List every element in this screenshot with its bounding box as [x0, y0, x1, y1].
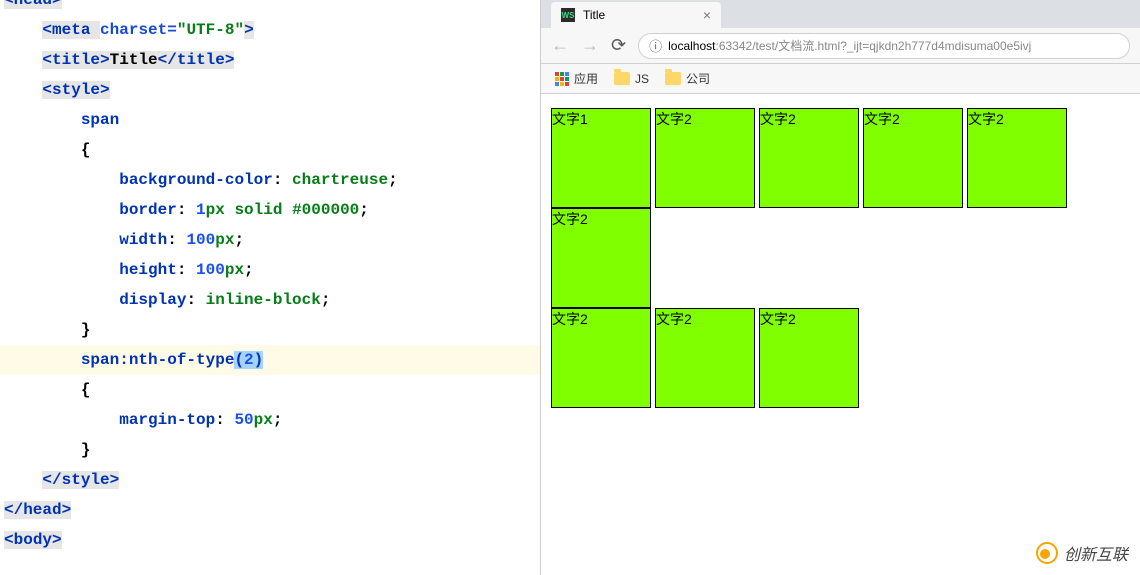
code-line[interactable]: { — [0, 375, 540, 405]
demo-span: 文字2 — [551, 208, 651, 308]
bookmarks-bar: 应用 JS 公司 — [541, 64, 1140, 94]
watermark-text: 创新互联 — [1064, 541, 1128, 565]
code-line[interactable]: <style> — [0, 75, 540, 105]
demo-span: 文字2 — [863, 108, 963, 208]
code-line[interactable]: <head> — [0, 0, 540, 15]
bookmark-label: 公司 — [686, 70, 710, 87]
code-line[interactable]: <meta charset="UTF-8"> — [0, 15, 540, 45]
demo-span: 文字2 — [551, 308, 651, 408]
url-port: :63342 — [715, 39, 752, 53]
reload-button[interactable]: ⟳ — [611, 35, 626, 56]
demo-span: 文字2 — [655, 108, 755, 208]
demo-span: 文字2 — [967, 108, 1067, 208]
code-line[interactable]: display: inline-block; — [0, 285, 540, 315]
url-input[interactable]: ⓘ localhost:63342/test/文档流.html?_ijt=qjk… — [638, 33, 1130, 59]
info-icon[interactable]: ⓘ — [649, 36, 662, 55]
code-line[interactable]: <body> — [0, 525, 540, 555]
folder-icon — [614, 72, 630, 85]
back-button[interactable]: ← — [551, 35, 569, 56]
url-path: /test/文档流.html?_ijt=qjkdn2h777d4mdisuma0… — [752, 39, 1031, 53]
browser-tab[interactable]: WS Title × — [551, 2, 721, 28]
code-line[interactable]: margin-top: 50px; — [0, 405, 540, 435]
code-line[interactable]: border: 1px solid #000000; — [0, 195, 540, 225]
address-bar: ← → ⟳ ⓘ localhost:63342/test/文档流.html?_i… — [541, 28, 1140, 64]
apps-button[interactable]: 应用 — [555, 70, 598, 87]
code-line[interactable]: </head> — [0, 495, 540, 525]
code-line[interactable]: span — [0, 105, 540, 135]
code-editor[interactable]: <head> <meta charset="UTF-8"> <title>Tit… — [0, 0, 540, 575]
bookmark-label: JS — [635, 72, 649, 86]
code-line[interactable]: <title>Title</title> — [0, 45, 540, 75]
code-line[interactable]: width: 100px; — [0, 225, 540, 255]
code-line[interactable]: background-color: chartreuse; — [0, 165, 540, 195]
bookmark-folder[interactable]: 公司 — [665, 70, 710, 87]
code-line[interactable]: { — [0, 135, 540, 165]
apps-icon — [555, 72, 569, 86]
code-line[interactable]: height: 100px; — [0, 255, 540, 285]
demo-span: 文字2 — [759, 108, 859, 208]
code-line[interactable]: </style> — [0, 465, 540, 495]
url-host: localhost — [668, 39, 715, 53]
code-line[interactable]: } — [0, 315, 540, 345]
tab-strip: WS Title × — [541, 0, 1140, 28]
tab-title: Title — [583, 8, 605, 22]
code-line[interactable]: span:nth-of-type(2) — [0, 345, 540, 375]
page-viewport: 文字1文字2文字2文字2文字2文字2文字2文字2文字2 — [541, 94, 1140, 575]
apps-label: 应用 — [574, 70, 598, 87]
bookmark-folder[interactable]: JS — [614, 72, 649, 86]
demo-span: 文字2 — [655, 308, 755, 408]
favicon-icon: WS — [561, 8, 575, 22]
browser-window: WS Title × ← → ⟳ ⓘ localhost:63342/test/… — [540, 0, 1140, 575]
watermark: 创新互联 — [1036, 541, 1128, 565]
folder-icon — [665, 72, 681, 85]
demo-span: 文字1 — [551, 108, 651, 208]
close-icon[interactable]: × — [703, 7, 711, 23]
forward-button[interactable]: → — [581, 35, 599, 56]
demo-span: 文字2 — [759, 308, 859, 408]
code-line[interactable]: } — [0, 435, 540, 465]
watermark-icon — [1036, 542, 1058, 564]
